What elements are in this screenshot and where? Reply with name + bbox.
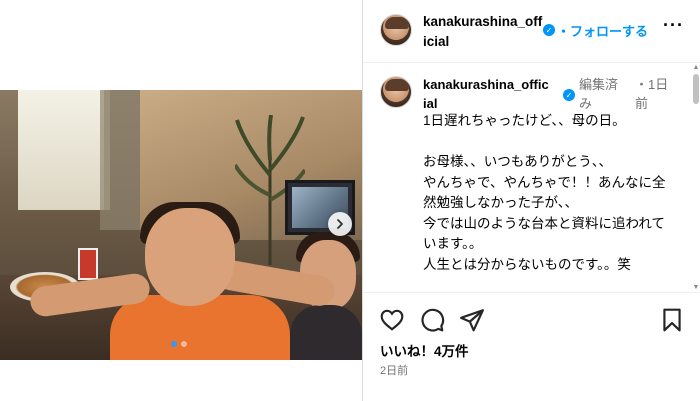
carousel-indicator (171, 341, 187, 347)
post-info-pane: kanakurashina_official ✓ ・フォローする ··· kan… (362, 0, 700, 401)
author-avatar[interactable] (380, 14, 412, 46)
follow-button[interactable]: ・フォローする (557, 21, 648, 40)
photo-second-child-body (290, 305, 362, 360)
photo-window (18, 90, 110, 210)
paper-plane-icon[interactable] (459, 307, 485, 333)
caption-time-separator: ・ (635, 77, 649, 92)
caption-text: 1日遅れちゃったけど、、母の日。 お母様、、いつもありがとう、、 やんちゃで、や… (423, 113, 666, 272)
more-options-icon[interactable]: ··· (663, 15, 684, 36)
posted-date: 2日前 (380, 365, 409, 377)
follow-separator: ・ (557, 24, 571, 39)
caption-username[interactable]: kanakurashina_official (423, 75, 549, 113)
caption-avatar[interactable] (380, 76, 412, 108)
caption-timestamp[interactable]: ・1日前 (635, 75, 675, 113)
scroll-down-icon[interactable]: ▼ (692, 284, 700, 292)
post-header: kanakurashina_official ✓ ・フォローする ··· (363, 0, 700, 63)
heart-icon[interactable] (379, 307, 405, 333)
photo-curtain (100, 90, 140, 230)
edited-label: 編集済み (579, 77, 619, 111)
photo-juice-box (78, 248, 98, 280)
media-pane (0, 0, 362, 401)
comment-bubble-icon[interactable] (419, 307, 445, 333)
author-username[interactable]: kanakurashina_official (423, 12, 543, 52)
carousel-dot (171, 341, 177, 347)
scroll-thumb[interactable] (693, 74, 699, 104)
caption-scrollbar[interactable]: ▲ ▼ (692, 64, 700, 292)
verified-badge-icon: ✓ (543, 24, 555, 36)
verified-badge-icon: ✓ (563, 89, 575, 101)
photo-child (145, 208, 235, 306)
scroll-up-icon[interactable]: ▲ (692, 64, 700, 72)
follow-label: フォローする (570, 24, 649, 39)
like-count[interactable]: いいね！4万件 (380, 340, 469, 360)
post-actions: いいね！4万件 2日前 (363, 292, 700, 401)
carousel-next-button[interactable] (328, 212, 352, 236)
bookmark-icon[interactable] (659, 307, 685, 333)
post-photo[interactable] (0, 90, 362, 360)
carousel-dot (181, 341, 187, 347)
caption-area: kanakurashina_official ✓ 編集済み ・1日前 1日遅れち… (363, 64, 693, 292)
chevron-right-icon (337, 219, 344, 229)
